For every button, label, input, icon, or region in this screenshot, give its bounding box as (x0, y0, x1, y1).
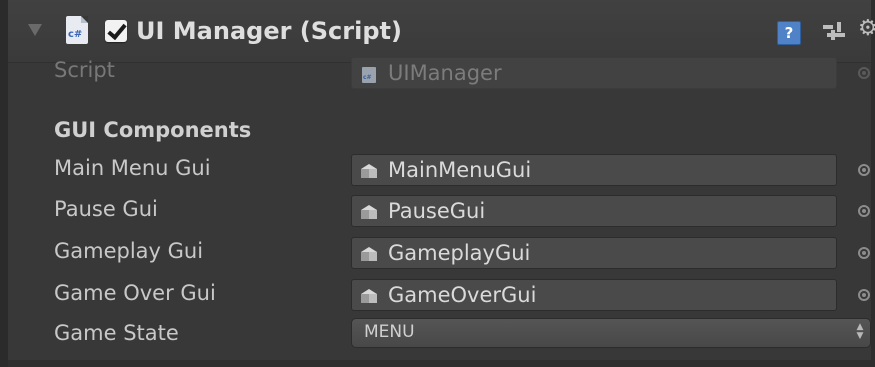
gameobject-cube-icon (361, 164, 377, 178)
object-picker-icon[interactable] (858, 247, 870, 259)
object-picker-icon[interactable] (858, 164, 870, 176)
updown-arrows-icon: ▲ ▼ (856, 322, 864, 341)
object-picker-icon[interactable] (858, 289, 870, 301)
script-label: Script (54, 58, 115, 82)
pause-gui-label: Pause Gui (54, 197, 158, 221)
component-header[interactable]: c# UI Manager (Script) ? ⚙ (8, 0, 875, 63)
inspector-left-edge (0, 0, 8, 367)
gear-icon[interactable]: ⚙ (858, 18, 875, 40)
gameplay-gui-label: Gameplay Gui (54, 239, 204, 263)
main-menu-gui-label: Main Menu Gui (54, 156, 211, 180)
gameobject-cube-icon (361, 247, 377, 261)
gameobject-cube-icon (361, 205, 377, 219)
component-enabled-checkbox[interactable] (105, 20, 127, 42)
game-state-dropdown[interactable]: MENU ▲ ▼ (351, 318, 871, 348)
object-picker-icon (858, 67, 870, 79)
main-menu-gui-field[interactable]: MainMenuGui (351, 154, 837, 186)
game-over-gui-field[interactable]: GameOverGui (351, 279, 837, 311)
section-header-gui-components: GUI Components (54, 118, 252, 142)
gameobject-cube-icon (361, 289, 377, 303)
csharp-script-icon: c# (66, 16, 88, 44)
main-menu-gui-value: MainMenuGui (388, 158, 532, 182)
pause-gui-value: PauseGui (388, 199, 486, 223)
csharp-icon-text: c# (68, 29, 83, 40)
help-icon[interactable]: ? (777, 21, 801, 45)
gameplay-gui-field[interactable]: GameplayGui (351, 237, 837, 269)
inspector-bottom-divider (8, 360, 871, 367)
inspector-right-edge (871, 0, 875, 367)
script-field: c# UIManager (351, 57, 837, 89)
csharp-script-icon: c# (362, 67, 376, 83)
game-state-label: Game State (54, 321, 179, 345)
pause-gui-field[interactable]: PauseGui (351, 195, 837, 227)
foldout-arrow-icon[interactable] (28, 24, 42, 36)
game-over-gui-value: GameOverGui (388, 283, 537, 307)
script-field-value: UIManager (388, 61, 502, 85)
game-state-value: MENU (364, 322, 415, 342)
gameplay-gui-value: GameplayGui (388, 241, 531, 265)
component-title: UI Manager (Script) (136, 17, 402, 45)
preset-sliders-icon[interactable] (823, 22, 845, 42)
game-over-gui-label: Game Over Gui (54, 281, 216, 305)
object-picker-icon[interactable] (858, 205, 870, 217)
